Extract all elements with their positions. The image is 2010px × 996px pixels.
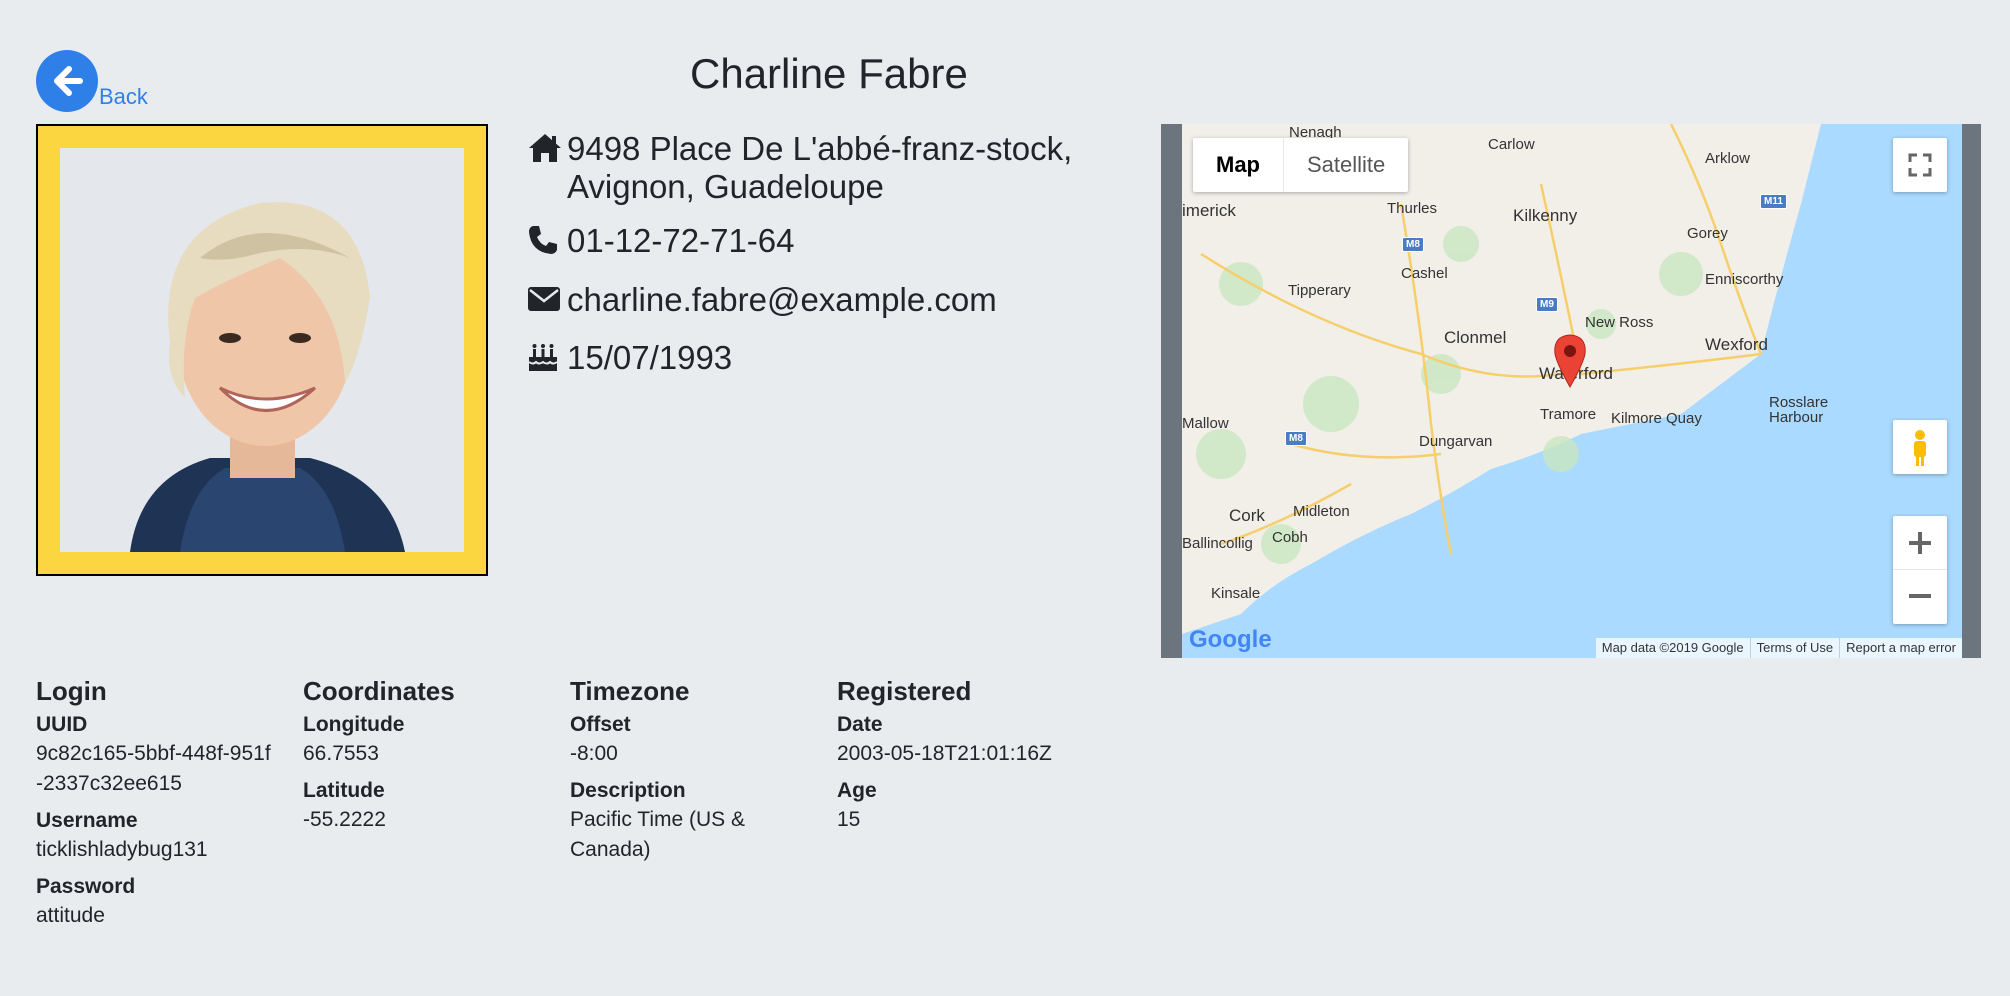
profile-photo-frame	[36, 124, 488, 576]
date-label: Date	[837, 713, 883, 736]
road-badge: M9	[1536, 297, 1558, 312]
latitude-label: Latitude	[303, 779, 385, 802]
map-label: Tipperary	[1288, 282, 1351, 299]
birthday-row: 15/07/1993	[527, 339, 1072, 381]
longitude-value: 66.7553	[303, 742, 379, 765]
map-label: Carlow	[1488, 136, 1535, 153]
map-type-map-button[interactable]: Map	[1193, 138, 1284, 192]
map-label: Tramore	[1540, 406, 1597, 423]
fullscreen-icon	[1908, 153, 1932, 177]
phone-row: 01-12-72-71-64	[527, 222, 1072, 264]
login-heading: Login	[36, 676, 107, 706]
map-label: Kilmore Quay	[1611, 410, 1702, 427]
map-label: Harbour	[1769, 409, 1824, 426]
map-label: Kinsale	[1211, 585, 1261, 602]
registered-column: Registered Date 2003-05-18T21:01:16Z Age…	[837, 676, 1097, 843]
uuid-label: UUID	[36, 713, 88, 736]
map-label: Dungarvan	[1419, 433, 1493, 450]
map-label: Cobh	[1272, 529, 1308, 546]
map-label: Wexford	[1705, 335, 1768, 354]
password-value: attitude	[36, 904, 105, 927]
map-label: Gorey	[1687, 225, 1728, 242]
phone-icon	[527, 224, 567, 264]
address-line2: Avignon, Guadeloupe	[567, 168, 884, 205]
back-label[interactable]: Back	[99, 84, 148, 110]
zoom-out-button[interactable]	[1893, 570, 1947, 623]
map-label: Arklow	[1705, 150, 1751, 167]
map-label: Midleton	[1293, 503, 1350, 520]
map-label: Kilkenny	[1513, 206, 1578, 225]
google-logo-text: Google	[1189, 626, 1272, 653]
report-map-error-link[interactable]: Report a map error	[1839, 638, 1962, 658]
map-pin-icon[interactable]	[1553, 334, 1587, 393]
timezone-column: Timezone Offset -8:00 Description Pacifi…	[570, 676, 830, 873]
plus-icon	[1909, 532, 1931, 554]
birthday-cake-icon	[527, 341, 567, 381]
minus-icon	[1909, 594, 1931, 598]
uuid-value: 9c82c165-5bbf-448f-951f-2337c32ee615	[36, 742, 271, 795]
map-label: Thurles	[1387, 200, 1438, 217]
map-type-satellite-button[interactable]: Satellite	[1284, 138, 1408, 192]
zoom-in-button[interactable]	[1893, 516, 1947, 570]
pegman-icon	[1914, 430, 1926, 466]
back-link[interactable]: Back	[36, 50, 148, 112]
map-border-right	[1962, 124, 1981, 658]
road-badge: M11	[1760, 194, 1787, 209]
map-data-attribution: Map data ©2019 Google	[1601, 640, 1744, 655]
terms-of-use-link[interactable]: Terms of Use	[1749, 638, 1840, 658]
description-label: Description	[570, 779, 686, 802]
phone-text: 01-12-72-71-64	[567, 222, 795, 259]
description-value: Pacific Time (US & Canada)	[570, 808, 746, 861]
coordinates-column: Coordinates Longitude 66.7553 Latitude -…	[303, 676, 563, 843]
google-logo: Google	[1189, 626, 1272, 654]
offset-value: -8:00	[570, 742, 618, 765]
login-column: Login UUID 9c82c165-5bbf-448f-951f-2337c…	[36, 676, 296, 939]
back-arrow-icon[interactable]	[36, 50, 98, 112]
road-badge: M8	[1402, 237, 1424, 252]
map-label: Mallow	[1182, 415, 1229, 432]
offset-label: Offset	[570, 713, 631, 736]
latitude-value: -55.2222	[303, 808, 386, 831]
timezone-heading: Timezone	[570, 676, 690, 706]
date-value: 2003-05-18T21:01:16Z	[837, 742, 1052, 765]
coordinates-heading: Coordinates	[303, 676, 455, 706]
map-label: Cork	[1229, 506, 1265, 525]
zoom-control	[1893, 516, 1947, 624]
password-label: Password	[36, 875, 136, 898]
home-icon	[527, 132, 567, 172]
registered-heading: Registered	[837, 676, 972, 706]
street-view-button[interactable]	[1893, 420, 1947, 474]
map-label: Enniscorthy	[1705, 271, 1784, 288]
username-label: Username	[36, 809, 138, 832]
envelope-icon	[527, 283, 567, 321]
map-label: New Ross	[1585, 314, 1654, 331]
age-value: 15	[837, 808, 861, 831]
map-footer: Map data ©2019 Google Terms of Use Repor…	[1595, 638, 1962, 658]
map-label: imerick	[1182, 201, 1236, 220]
map-border-left	[1161, 124, 1182, 658]
location-map[interactable]: Nenagh Carlow Arklow imerick Thurles Kil…	[1161, 124, 1981, 658]
map-label: Ballincollig	[1182, 535, 1253, 552]
map-type-control: Map Satellite	[1193, 138, 1409, 192]
email-row: charline.fabre@example.com	[527, 281, 1072, 321]
page-title: Charline Fabre	[690, 50, 968, 97]
username-value: ticklishladybug131	[36, 838, 208, 861]
age-label: Age	[837, 779, 877, 802]
road-badge: M8	[1285, 431, 1307, 446]
contact-info: 9498 Place De L'abbé-franz-stock, Avigno…	[527, 130, 1072, 381]
fullscreen-button[interactable]	[1893, 138, 1947, 192]
profile-photo	[60, 148, 464, 552]
map-label: Clonmel	[1444, 328, 1507, 347]
map-label: Cashel	[1401, 265, 1448, 282]
address-row: 9498 Place De L'abbé-franz-stock, Avigno…	[527, 130, 1072, 206]
address-line1: 9498 Place De L'abbé-franz-stock,	[567, 130, 1073, 167]
longitude-label: Longitude	[303, 713, 405, 736]
birthday-text: 15/07/1993	[567, 339, 733, 376]
email-text: charline.fabre@example.com	[567, 281, 997, 318]
